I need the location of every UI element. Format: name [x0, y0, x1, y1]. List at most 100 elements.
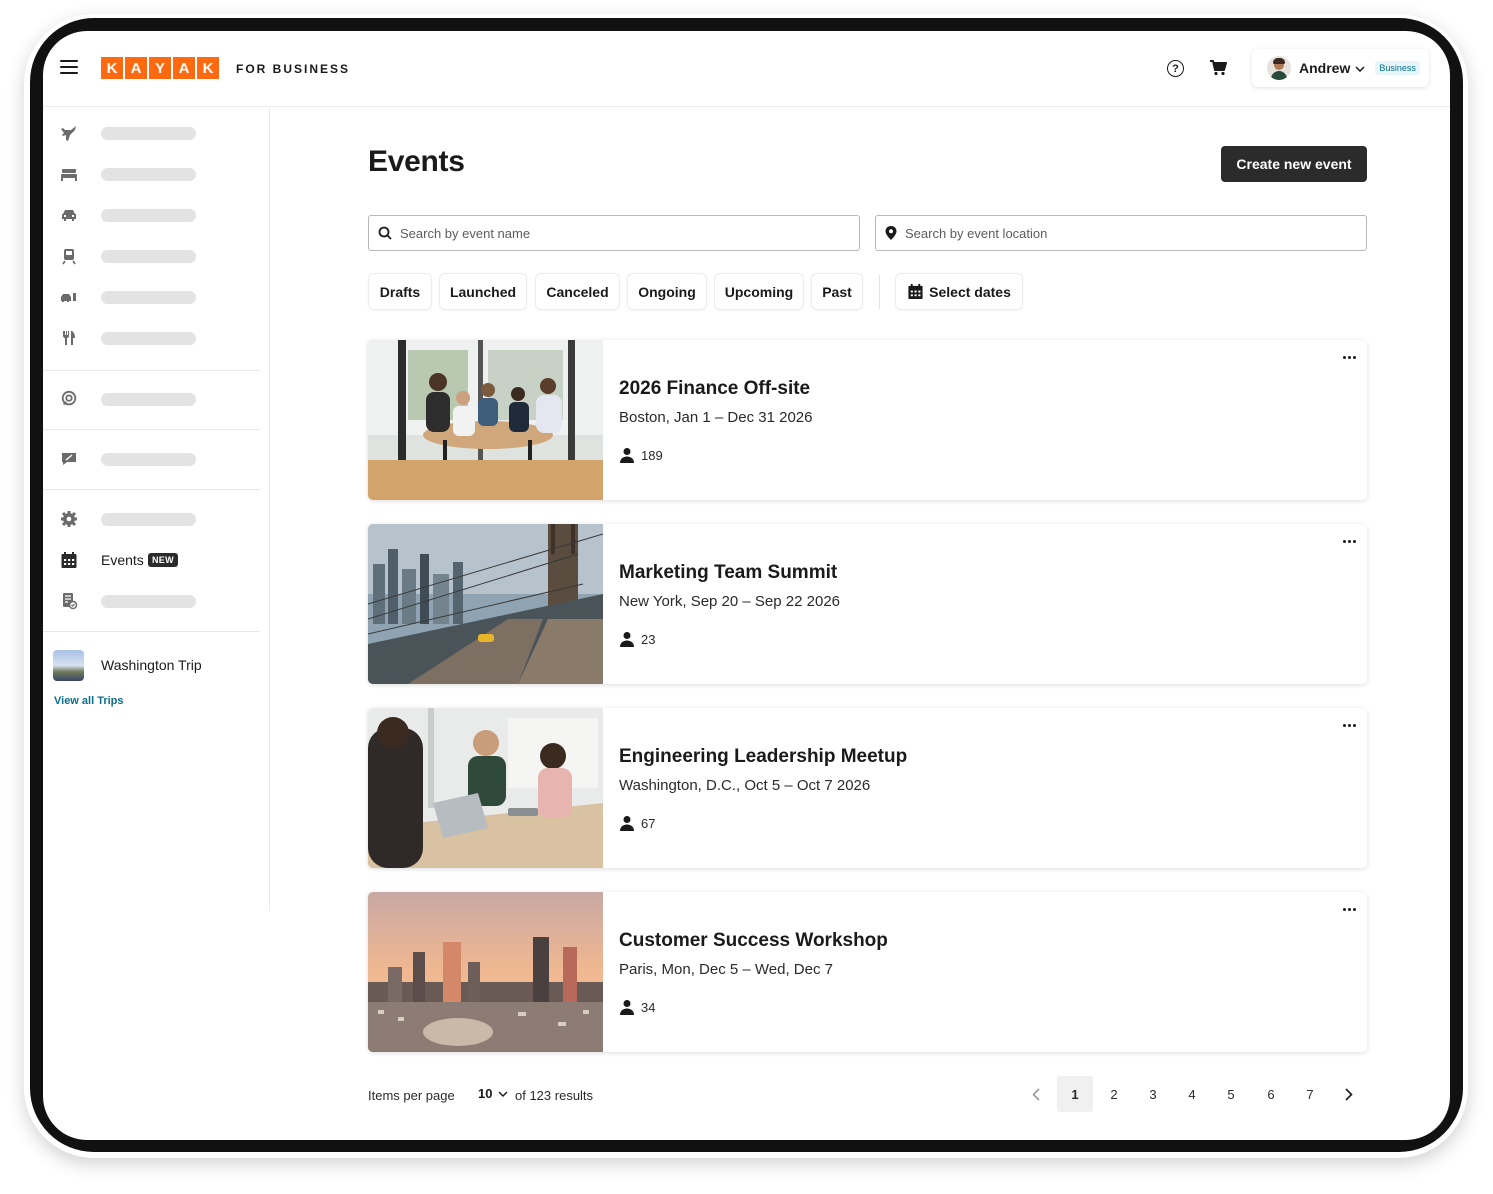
- page-6-button[interactable]: 6: [1253, 1076, 1289, 1112]
- sidebar-item-cars[interactable]: [43, 200, 270, 230]
- menu-icon[interactable]: [60, 60, 78, 74]
- sidebar-item-settings[interactable]: [43, 504, 270, 534]
- sidebar-item-flights[interactable]: [43, 118, 270, 148]
- items-per-page-select[interactable]: 10: [478, 1086, 508, 1101]
- feedback-icon: [60, 450, 78, 468]
- filter-divider: [879, 275, 880, 309]
- car-fuel-icon: [60, 288, 78, 306]
- sidebar-placeholder: [101, 512, 196, 526]
- event-card[interactable]: Engineering Leadership Meetup Washington…: [368, 708, 1367, 868]
- settings-icon: [60, 510, 78, 528]
- attendee-count: 34: [641, 999, 656, 1015]
- event-attendees: 67: [619, 815, 655, 831]
- filter-canceled[interactable]: Canceled: [536, 274, 619, 309]
- attendee-count: 23: [641, 631, 656, 647]
- chevron-left-icon: [1032, 1087, 1040, 1101]
- event-location-dates: New York, Sep 20 – Sep 22 2026: [619, 593, 841, 610]
- search-icon: [378, 226, 392, 240]
- event-card[interactable]: 2026 Finance Off-site Boston, Jan 1 – De…: [368, 340, 1367, 500]
- calendar-icon: [907, 283, 924, 300]
- sidebar: Events NEW Washington Trip View all Trip…: [43, 108, 270, 911]
- filter-upcoming[interactable]: Upcoming: [715, 274, 803, 309]
- event-title[interactable]: Marketing Team Summit: [619, 562, 837, 584]
- prev-page-button[interactable]: [1018, 1076, 1054, 1112]
- chevron-down-icon: [498, 1091, 508, 1097]
- sidebar-item-events[interactable]: Events NEW: [43, 545, 270, 575]
- sidebar-item-documents[interactable]: [43, 586, 270, 616]
- event-location-search-input[interactable]: Search by event location: [875, 215, 1367, 251]
- flight-icon: [60, 124, 78, 142]
- filter-past[interactable]: Past: [812, 274, 862, 309]
- account-menu[interactable]: Andrew Business: [1252, 49, 1429, 87]
- page-title: Events: [368, 145, 465, 178]
- car-icon: [60, 206, 78, 224]
- filter-launched[interactable]: Launched: [440, 274, 526, 309]
- more-options-icon[interactable]: [1340, 350, 1358, 364]
- user-name: Andrew: [1299, 60, 1351, 76]
- sidebar-trip-item[interactable]: Washington Trip: [43, 648, 270, 682]
- restaurant-icon: [60, 329, 78, 347]
- logo-subtitle: FOR BUSINESS: [236, 62, 351, 76]
- calendar-icon: [60, 551, 78, 569]
- kayak-logo[interactable]: K A Y A K: [101, 57, 219, 79]
- page-1-button[interactable]: 1: [1057, 1076, 1093, 1112]
- event-photo-office: [368, 708, 603, 868]
- event-name-search-input[interactable]: Search by event name: [368, 215, 860, 251]
- explore-icon: [60, 390, 78, 408]
- sidebar-item-explore[interactable]: [43, 384, 270, 414]
- event-title[interactable]: Customer Success Workshop: [619, 930, 888, 952]
- more-options-icon[interactable]: [1340, 534, 1358, 548]
- page-3-button[interactable]: 3: [1135, 1076, 1171, 1112]
- sidebar-placeholder: [101, 452, 196, 466]
- chevron-right-icon: [1345, 1087, 1353, 1101]
- event-card[interactable]: Customer Success Workshop Paris, Mon, De…: [368, 892, 1367, 1052]
- select-dates-button[interactable]: Select dates: [896, 274, 1022, 309]
- sidebar-divider: [43, 631, 260, 632]
- new-badge: NEW: [148, 553, 178, 567]
- person-icon: [619, 999, 635, 1015]
- event-card[interactable]: Marketing Team Summit New York, Sep 20 –…: [368, 524, 1367, 684]
- page-7-button[interactable]: 7: [1292, 1076, 1328, 1112]
- event-attendees: 34: [619, 999, 655, 1015]
- sidebar-placeholder: [101, 126, 196, 140]
- event-attendees: 189: [619, 447, 663, 463]
- sidebar-item-car-fuel[interactable]: [43, 282, 270, 312]
- event-location-dates: Washington, D.C., Oct 5 – Oct 7 2026: [619, 777, 871, 794]
- avatar: [1267, 56, 1291, 80]
- items-per-page-label: Items per page: [368, 1088, 455, 1103]
- document-check-icon: [60, 592, 78, 610]
- sidebar-divider: [43, 489, 260, 490]
- sidebar-item-feedback[interactable]: [43, 444, 270, 474]
- more-options-icon[interactable]: [1340, 902, 1358, 916]
- sidebar-divider: [43, 429, 260, 430]
- create-new-event-button[interactable]: Create new event: [1221, 146, 1367, 182]
- question-circle-icon[interactable]: ?: [1167, 60, 1184, 77]
- next-page-button[interactable]: [1331, 1076, 1367, 1112]
- event-title[interactable]: Engineering Leadership Meetup: [619, 746, 907, 768]
- more-options-icon[interactable]: [1340, 718, 1358, 732]
- cart-icon[interactable]: [1209, 59, 1227, 81]
- chevron-down-icon: [1355, 59, 1365, 77]
- page-2-button[interactable]: 2: [1096, 1076, 1132, 1112]
- filter-ongoing[interactable]: Ongoing: [628, 274, 706, 309]
- top-header: K A Y A K FOR BUSINESS ? Andrew Business: [43, 31, 1450, 107]
- page-5-button[interactable]: 5: [1213, 1076, 1249, 1112]
- search-placeholder: Search by event location: [905, 225, 1048, 241]
- sidebar-item-hotels[interactable]: [43, 159, 270, 189]
- sidebar-placeholder: [101, 249, 196, 263]
- sidebar-placeholder: [101, 594, 196, 608]
- sidebar-item-restaurants[interactable]: [43, 323, 270, 353]
- trip-name: Washington Trip: [101, 657, 202, 673]
- results-count: of 123 results: [515, 1088, 594, 1103]
- event-attendees: 23: [619, 631, 655, 647]
- sidebar-item-trains[interactable]: [43, 241, 270, 271]
- attendee-count: 189: [641, 447, 663, 463]
- event-photo-skyline: [368, 892, 603, 1052]
- page-4-button[interactable]: 4: [1174, 1076, 1210, 1112]
- event-title[interactable]: 2026 Finance Off-site: [619, 378, 810, 400]
- filter-drafts[interactable]: Drafts: [369, 274, 431, 309]
- items-per-page-value: 10: [478, 1086, 493, 1101]
- search-placeholder: Search by event name: [400, 225, 531, 241]
- view-all-trips-link[interactable]: View all Trips: [54, 695, 124, 707]
- sidebar-placeholder: [101, 392, 196, 406]
